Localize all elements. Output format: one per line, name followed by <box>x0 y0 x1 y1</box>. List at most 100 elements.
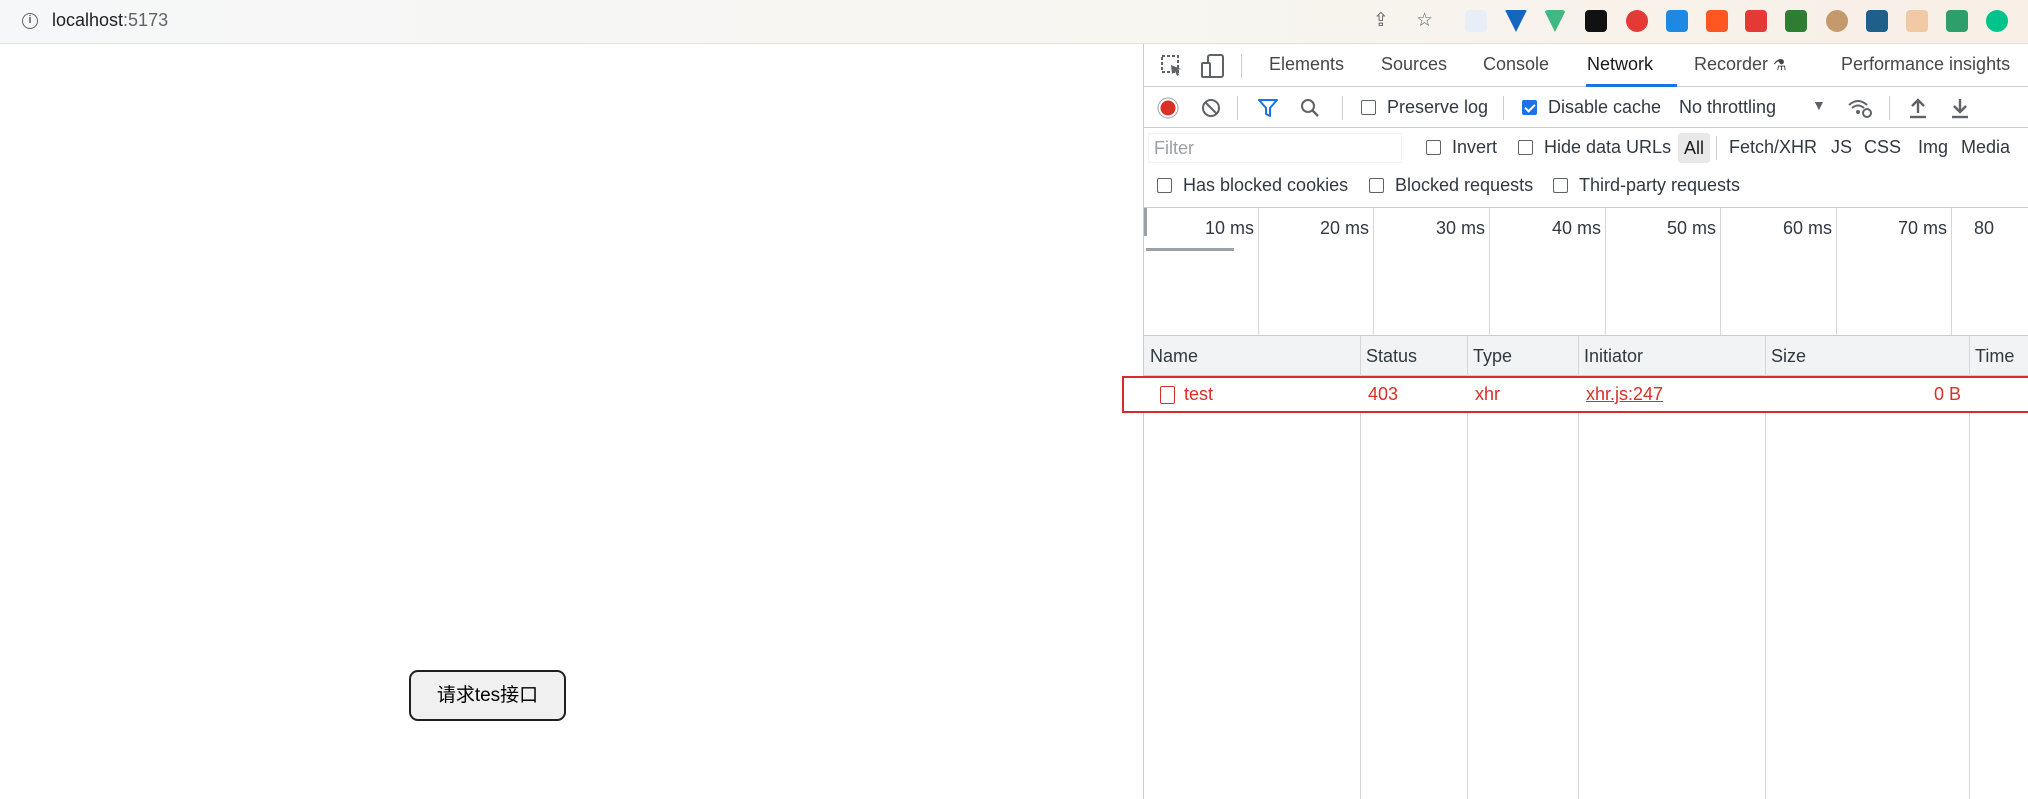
extension-icon-7[interactable] <box>1706 10 1728 32</box>
column-time[interactable]: Time <box>1969 336 2014 376</box>
type-filter-all[interactable]: All <box>1678 133 1711 163</box>
timeline-tick-label: 70 ms <box>1897 218 1947 238</box>
column-name[interactable]: Name <box>1144 336 1198 376</box>
vue-devtools-icon[interactable] <box>1544 10 1566 32</box>
request-size: 0 B <box>1934 384 1962 404</box>
timeline-tick-label: 30 ms <box>1435 218 1485 238</box>
tab-separator <box>1241 54 1242 78</box>
hide-data-urls-label: Hide data URLs <box>1544 137 1672 157</box>
timeline-tick-label: 80 <box>1974 218 1995 238</box>
document-icon <box>1160 386 1175 404</box>
has-blocked-cookies-checkbox[interactable] <box>1157 178 1172 193</box>
cookie-icon[interactable] <box>1826 10 1848 32</box>
toolbar-separator <box>1503 96 1504 120</box>
filter-icon[interactable] <box>1258 98 1278 118</box>
tab-recorder-label: Recorder <box>1694 54 1769 74</box>
invert-checkbox[interactable] <box>1426 140 1441 155</box>
preserve-log-checkbox[interactable] <box>1361 100 1376 115</box>
clear-icon[interactable] <box>1201 98 1221 118</box>
column-type[interactable]: Type <box>1467 336 1512 376</box>
timeline-request-bar <box>1146 248 1234 251</box>
tab-elements[interactable]: Elements <box>1269 54 1344 75</box>
timeline-gridline <box>1605 208 1606 335</box>
disable-cache-label: Disable cache <box>1548 97 1662 117</box>
devtools-tab-bar: Elements Sources Console Network Recorde… <box>1144 44 2028 87</box>
site-info-icon[interactable]: i <box>22 13 38 29</box>
timeline-cursor <box>1144 208 1147 236</box>
flask-icon: ⚗ <box>1773 57 1787 74</box>
address-bar[interactable]: i localhost:5173 ⇪ ☆ <box>0 0 2028 44</box>
network-toolbar: Preserve log Disable cache No throttling… <box>1144 87 2028 128</box>
extension-icon-1[interactable] <box>1465 10 1487 32</box>
column-status[interactable]: Status <box>1360 336 1417 376</box>
timeline-gridline <box>1951 208 1952 335</box>
tab-recorder[interactable]: Recorder ⚗ <box>1694 54 1787 75</box>
has-blocked-cookies-label: Has blocked cookies <box>1183 175 1349 195</box>
extension-icon-13[interactable] <box>1946 10 1968 32</box>
timeline-gridline <box>1489 208 1490 335</box>
timeline-gridline <box>1836 208 1837 335</box>
column-initiator[interactable]: Initiator <box>1578 336 1643 376</box>
url-port: :5173 <box>123 10 169 30</box>
adblock-icon[interactable] <box>1626 10 1648 32</box>
bookmark-star-icon[interactable]: ☆ <box>1416 11 1433 31</box>
third-party-requests-label: Third-party requests <box>1579 175 1741 195</box>
hide-data-urls-checkbox[interactable] <box>1518 140 1533 155</box>
url-host: localhost <box>52 10 124 30</box>
timeline-tick-label: 50 ms <box>1666 218 1716 238</box>
extension-icon-2[interactable] <box>1505 10 1527 32</box>
export-har-icon[interactable] <box>1950 97 1970 119</box>
devtools-panel: Elements Sources Console Network Recorde… <box>1122 44 2028 799</box>
dropdown-arrow-icon[interactable]: ▼ <box>1812 97 1826 113</box>
invert-label: Invert <box>1452 137 1498 157</box>
record-icon[interactable] <box>1157 97 1179 119</box>
device-toolbar-icon[interactable] <box>1200 53 1226 79</box>
type-filter-js[interactable]: JS <box>1831 137 1852 158</box>
timeline-gridline <box>1258 208 1259 335</box>
filter-input[interactable]: Filter <box>1148 133 1402 163</box>
type-filter-css[interactable]: CSS <box>1864 137 1901 158</box>
search-icon[interactable] <box>1300 98 1320 118</box>
timeline-tick-label: 10 ms <box>1204 218 1254 238</box>
request-test-api-button[interactable]: 请求tes接口 <box>409 670 566 721</box>
blocked-requests-label: Blocked requests <box>1395 175 1534 195</box>
table-row[interactable]: test 403 xhr xhr.js:247 0 B <box>1122 376 2028 413</box>
import-har-icon[interactable] <box>1908 97 1928 119</box>
extension-icon-12[interactable] <box>1906 10 1928 32</box>
toolbar-separator <box>1237 96 1238 120</box>
timeline-gridline <box>1720 208 1721 335</box>
share-icon[interactable]: ⇪ <box>1373 11 1389 31</box>
request-initiator-link[interactable]: xhr.js:247 <box>1586 378 1663 411</box>
extension-icon-11[interactable] <box>1866 10 1888 32</box>
requests-table-header: Name Status Type Initiator Size Time <box>1144 336 2028 376</box>
extension-icon-6[interactable] <box>1666 10 1688 32</box>
tab-sources[interactable]: Sources <box>1381 54 1447 75</box>
request-type: xhr <box>1475 384 1501 404</box>
filter-bar: Filter Invert Hide data URLs All Fetch/X… <box>1144 128 2028 208</box>
toolbar-separator <box>1342 96 1343 120</box>
network-timeline-overview[interactable]: 10 ms 20 ms 30 ms 40 ms 50 ms 60 ms 70 m… <box>1144 208 2028 336</box>
third-party-requests-checkbox[interactable] <box>1553 178 1568 193</box>
timeline-tick-label: 40 ms <box>1551 218 1601 238</box>
blocked-requests-checkbox[interactable] <box>1369 178 1384 193</box>
throttling-select[interactable]: No throttling <box>1679 97 1776 118</box>
type-filter-fetch-xhr[interactable]: Fetch/XHR <box>1729 137 1817 158</box>
extension-icon-9[interactable] <box>1785 10 1807 32</box>
request-name[interactable]: test <box>1184 378 1213 411</box>
tab-performance-insights[interactable]: Performance insights <box>1841 54 2010 75</box>
toolbar-separator <box>1889 96 1890 120</box>
timeline-tick-label: 20 ms <box>1319 218 1369 238</box>
url-text[interactable]: localhost:5173 <box>52 10 168 31</box>
extension-icon-14[interactable] <box>1986 10 2008 32</box>
type-filter-img[interactable]: Img <box>1918 137 1948 158</box>
tab-console[interactable]: Console <box>1483 54 1549 75</box>
fe-helper-icon[interactable] <box>1745 10 1767 32</box>
timeline-gridline <box>1373 208 1374 335</box>
column-size[interactable]: Size <box>1765 336 1806 376</box>
extension-icon-4[interactable] <box>1585 10 1607 32</box>
inspect-element-icon[interactable] <box>1160 54 1184 78</box>
tab-network[interactable]: Network <box>1587 54 1653 75</box>
network-conditions-icon[interactable] <box>1847 97 1873 119</box>
type-filter-media[interactable]: Media <box>1961 137 2010 158</box>
disable-cache-checkbox[interactable] <box>1522 100 1537 115</box>
